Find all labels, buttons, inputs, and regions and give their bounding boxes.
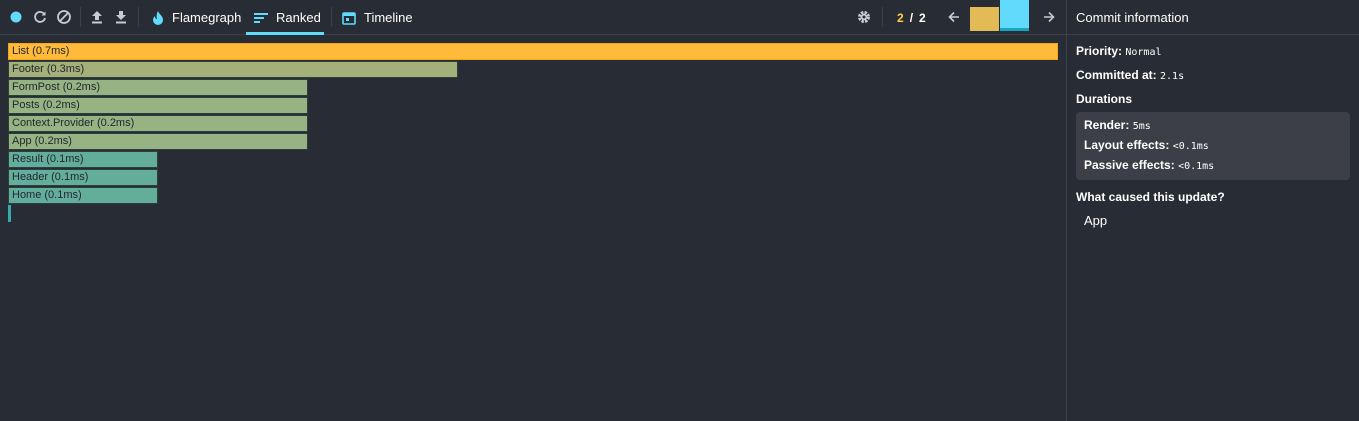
settings-gear-icon[interactable]	[855, 8, 873, 26]
tab-label: Timeline	[364, 10, 413, 25]
commit-separator: /	[909, 10, 914, 25]
duration-render: Render: 5ms	[1084, 118, 1342, 132]
committed-value: 2.1s	[1160, 71, 1185, 82]
priority-value: Normal	[1125, 47, 1162, 58]
toolbar-separator	[331, 7, 332, 27]
tab-flamegraph[interactable]: Flamegraph	[152, 0, 241, 35]
priority-line: Priority: Normal	[1076, 44, 1350, 58]
duration-label: Layout effects:	[1084, 138, 1170, 152]
ranked-icon	[254, 12, 268, 24]
flame-icon	[152, 10, 164, 25]
committed-at-line: Committed at: 2.1s	[1076, 68, 1350, 82]
upload-icon[interactable]	[88, 8, 106, 26]
ranked-bar[interactable]: App (0.2ms)	[8, 133, 308, 150]
update-cause-heading: What caused this update?	[1076, 190, 1225, 204]
duration-value: <0.1ms	[1172, 141, 1209, 152]
tab-ranked[interactable]: Ranked	[246, 0, 324, 35]
commit-bar[interactable]	[1000, 0, 1029, 31]
toolbar-separator	[882, 7, 883, 27]
panel-title: Commit information	[1067, 0, 1359, 35]
ranked-bar[interactable]	[8, 205, 11, 222]
reload-icon[interactable]	[31, 8, 49, 26]
duration-layout-effects: Layout effects: <0.1ms	[1084, 138, 1342, 152]
ranked-bar[interactable]: Context.Provider (0.2ms)	[8, 115, 308, 132]
commit-info-panel: Commit information Priority: Normal Comm…	[1066, 0, 1359, 421]
toolbar-separator	[80, 7, 81, 27]
commit-current: 2	[897, 10, 904, 25]
commit-total: 2	[919, 10, 926, 25]
commit-counter: 2 / 2	[897, 0, 926, 35]
ranked-bar[interactable]: Home (0.1ms)	[8, 187, 158, 204]
durations-box: Render: 5ms Layout effects: <0.1ms Passi…	[1076, 112, 1350, 180]
committed-label: Committed at:	[1076, 68, 1157, 82]
ranked-bar[interactable]: Header (0.1ms)	[8, 169, 158, 186]
duration-value: <0.1ms	[1178, 161, 1215, 172]
clear-icon[interactable]	[55, 8, 73, 26]
tab-timeline[interactable]: Timeline	[342, 0, 413, 35]
download-icon[interactable]	[112, 8, 130, 26]
ranked-bar[interactable]: FormPost (0.2ms)	[8, 79, 308, 96]
ranked-bar[interactable]: List (0.7ms)	[8, 43, 1058, 60]
duration-passive-effects: Passive effects: <0.1ms	[1084, 158, 1342, 172]
ranked-bar[interactable]: Posts (0.2ms)	[8, 97, 308, 114]
toolbar-separator	[138, 7, 139, 27]
update-cause-item[interactable]: App	[1076, 213, 1107, 228]
tab-label: Flamegraph	[172, 10, 242, 25]
duration-label: Render:	[1084, 118, 1130, 132]
next-commit-arrow-icon[interactable]	[1040, 8, 1058, 26]
ranked-bar[interactable]: Footer (0.3ms)	[8, 61, 458, 78]
timeline-icon	[342, 11, 356, 25]
previous-commit-arrow-icon[interactable]	[945, 8, 963, 26]
profiler-toolbar: Flamegraph Ranked Timeline 2 / 2	[0, 0, 1066, 35]
duration-label: Passive effects:	[1084, 158, 1175, 172]
duration-value: 5ms	[1132, 121, 1151, 132]
record-icon[interactable]	[7, 8, 25, 26]
ranked-bar[interactable]: Result (0.1ms)	[8, 151, 158, 168]
commit-bar[interactable]	[970, 3, 999, 31]
priority-label: Priority:	[1076, 44, 1123, 58]
durations-heading: Durations	[1076, 92, 1133, 106]
tab-label: Ranked	[276, 10, 321, 25]
